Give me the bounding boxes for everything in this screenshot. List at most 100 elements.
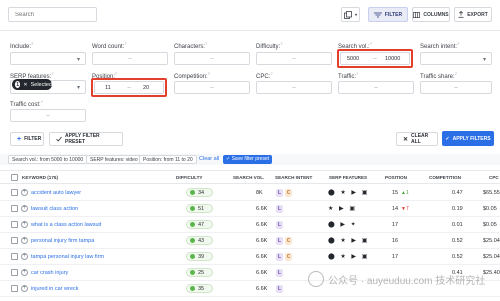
filter-chip-search-vol[interactable]: Search vol.: from 5000 to 10000 <box>8 155 88 164</box>
difficulty-badge: 43 <box>186 236 213 245</box>
row-checkbox[interactable] <box>11 189 18 196</box>
add-keyword-icon[interactable]: + <box>21 269 28 276</box>
col-search-vol[interactable]: SEARCH VOL. <box>233 175 264 180</box>
apply-filter-preset-button[interactable]: APPLY FILTER PRESET <box>49 132 123 146</box>
copy-icon <box>344 10 352 19</box>
range-dash: – <box>128 55 132 62</box>
difficulty-value: 35 <box>198 285 205 292</box>
cpc-range[interactable]: – <box>256 81 332 94</box>
traffic-range[interactable]: – <box>338 81 414 94</box>
filter-toggle-button[interactable]: FILTER <box>368 7 408 22</box>
traffic-share-range[interactable]: – <box>420 81 492 94</box>
row-checkbox[interactable] <box>11 253 18 260</box>
table-row[interactable]: + lawsuit class action 51 6.6K L ★ ▶ ▣ 14 ▼7 0.1… <box>0 201 500 217</box>
traffic-cost-range[interactable]: – <box>10 109 86 122</box>
plus-icon: + <box>17 135 22 143</box>
row-checkbox[interactable] <box>11 269 18 276</box>
competition-label: Competition:? <box>174 71 210 80</box>
search-vol-value: 8K <box>256 190 263 196</box>
search-vol-value: 6.6K <box>256 270 268 276</box>
watermark-text: 公众号 · auyeuduu.com 技术研究社 <box>328 275 486 287</box>
keyword-link[interactable]: what is a class action lawsuit <box>31 222 101 228</box>
apply-filters-button[interactable]: ✓ APPLY FILTERS <box>442 131 494 146</box>
add-keyword-icon[interactable]: + <box>21 205 28 212</box>
difficulty-badge: 34 <box>186 188 213 197</box>
watermark-logo-icon <box>308 271 324 287</box>
col-serp-features[interactable]: SERP FEATURES <box>329 175 367 180</box>
difficulty-range[interactable]: – <box>256 52 332 65</box>
view-toggle-button[interactable]: ▾ <box>341 7 360 22</box>
keyword-link[interactable]: personal injury firm tampa <box>31 238 94 244</box>
intent-badge: L <box>276 221 283 229</box>
cpc-value: $0.05 <box>483 206 497 212</box>
add-keyword-icon[interactable]: + <box>21 221 28 228</box>
keyword-link[interactable]: tampa personal injury law firm <box>31 254 104 260</box>
word-count-range[interactable]: – <box>92 52 168 65</box>
table-row[interactable]: + tampa personal injury law firm 39 6.6K L C ⬤… <box>0 249 500 265</box>
keyword-link[interactable]: injured in car wreck <box>31 286 78 292</box>
col-cpc[interactable]: CPC <box>489 175 499 180</box>
keyword-link[interactable]: car crash injury <box>31 270 68 276</box>
position-change: ▼7 <box>401 206 409 212</box>
keyword-link[interactable]: lawsuit class action <box>31 206 78 212</box>
col-difficulty[interactable]: DIFFICULTY <box>176 175 202 180</box>
competition-value: 0.47 <box>452 190 463 196</box>
col-position[interactable]: POSITION <box>385 175 407 180</box>
competition-value: 0.01 <box>452 222 463 228</box>
competition-range[interactable]: – <box>174 81 250 94</box>
apply-filters-label: APPLY FILTERS <box>452 135 491 142</box>
add-filter-button[interactable]: + FILTER <box>10 132 44 146</box>
top-toolbar: ▾ FILTER COLUMNS EXPORT <box>0 0 500 30</box>
keyword-link[interactable]: accident auto lawyer <box>31 190 81 196</box>
serp-features-icons: ★ ▶ ▣ <box>328 206 357 212</box>
close-icon[interactable]: ✕ <box>23 82 27 88</box>
clear-all-link[interactable]: Clear all <box>199 156 219 162</box>
add-keyword-icon[interactable]: + <box>21 253 28 260</box>
col-search-intent[interactable]: SEARCH INTENT <box>275 175 312 180</box>
table-row[interactable]: + accident auto lawyer 34 8K L C ⬤ ★ ▶ ▣ 15 ▲1 0.… <box>0 185 500 201</box>
search-input[interactable] <box>8 7 97 22</box>
include-field[interactable]: ▾ <box>10 52 86 65</box>
add-keyword-icon[interactable]: + <box>21 189 28 196</box>
clear-all-button[interactable]: ✕ CLEAR ALL <box>396 132 438 146</box>
add-keyword-icon[interactable]: + <box>21 285 28 292</box>
apply-filter-preset-label: APPLY FILTER PRESET <box>65 133 100 145</box>
serp-features-icons: ⬤ ▶ ✦ <box>328 222 358 228</box>
difficulty-badge: 51 <box>186 204 213 213</box>
filter-chip-serp[interactable]: SERP features: video <box>86 155 142 164</box>
search-intent-field[interactable]: ▾ <box>420 52 492 65</box>
col-keyword[interactable]: KEYWORD (175) <box>22 175 58 180</box>
table-row[interactable]: + what is a class action lawsuit 47 6.6K L ⬤ … <box>0 217 500 233</box>
difficulty-dot-icon <box>190 254 195 259</box>
clear-all-label: CLEAR ALL <box>411 133 429 145</box>
preset-icon <box>56 136 62 142</box>
filter-chip-position[interactable]: Position: from 11 to 20 <box>139 155 197 164</box>
difficulty-label: Difficulty:? <box>256 41 283 50</box>
check-icon: ✓ <box>445 135 450 142</box>
include-label: Include:? <box>10 41 34 50</box>
cpc-value: $65.55 <box>483 190 500 196</box>
difficulty-dot-icon <box>190 286 195 291</box>
intent-badge: L <box>276 285 283 293</box>
cpc-value: $25.04 <box>483 238 500 244</box>
export-icon <box>458 11 464 18</box>
traffic-label: Traffic:? <box>338 71 359 80</box>
select-all-checkbox[interactable] <box>11 174 18 181</box>
serp-selected-pill[interactable]: 1 ✕ Selected <box>12 79 52 90</box>
search-vol-value: 6.6K <box>256 206 268 212</box>
position-value: 14 <box>392 206 399 212</box>
table-row[interactable]: + personal injury firm tampa 43 6.6K L C ⬤ ★ ▶… <box>0 233 500 249</box>
row-checkbox[interactable] <box>11 205 18 212</box>
difficulty-dot-icon <box>190 270 195 275</box>
row-checkbox[interactable] <box>11 285 18 292</box>
add-keyword-icon[interactable]: + <box>21 237 28 244</box>
save-filter-preset-button[interactable]: ✓ Save filter preset <box>223 155 273 164</box>
columns-button[interactable]: COLUMNS <box>412 7 450 22</box>
characters-range[interactable]: – <box>174 52 250 65</box>
intent-badge: L <box>276 205 283 213</box>
export-button[interactable]: EXPORT <box>454 7 492 22</box>
search-intent-label: Search intent:? <box>420 41 460 50</box>
row-checkbox[interactable] <box>11 237 18 244</box>
row-checkbox[interactable] <box>11 221 18 228</box>
col-competition[interactable]: COMPETITION <box>429 175 461 180</box>
